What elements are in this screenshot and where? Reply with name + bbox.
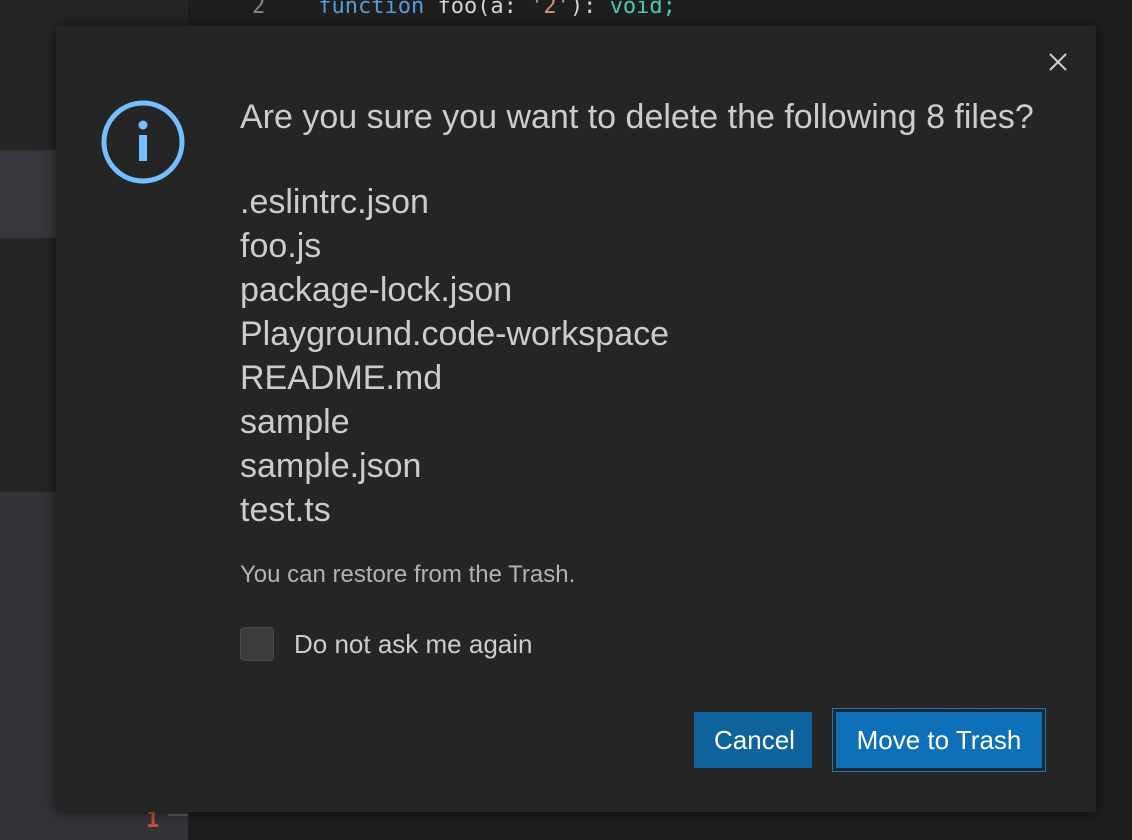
dialog-buttons: Cancel Move to Trash	[694, 708, 1046, 772]
code-type: void;	[609, 0, 676, 19]
dialog-detail: You can restore from the Trash.	[240, 561, 576, 588]
code-rest: ):	[569, 0, 597, 19]
move-to-trash-focus-ring: Move to Trash	[832, 708, 1046, 772]
close-icon	[1049, 53, 1067, 71]
do-not-ask-label[interactable]: Do not ask me again	[294, 629, 532, 660]
file-list: .eslintrc.json foo.js package-lock.json …	[240, 180, 1060, 532]
dialog-title: Are you sure you want to delete the foll…	[240, 98, 1034, 136]
code-function-name: foo(a:	[437, 0, 517, 19]
close-button[interactable]	[1046, 50, 1070, 74]
code-string: '2'	[530, 0, 570, 19]
do-not-ask-checkbox[interactable]	[240, 627, 274, 661]
file-list-item: package-lock.json	[240, 271, 513, 309]
code-line-number: 2	[252, 0, 266, 19]
file-list-item: sample	[240, 403, 350, 441]
dialog-content: Are you sure you want to delete the foll…	[240, 96, 1060, 662]
delete-confirm-dialog: Are you sure you want to delete the foll…	[56, 26, 1096, 812]
file-list-item: test.ts	[240, 491, 331, 529]
move-to-trash-button[interactable]: Move to Trash	[836, 712, 1042, 768]
file-list-item: README.md	[240, 359, 443, 397]
cancel-button[interactable]: Cancel	[694, 712, 812, 768]
code-keyword: function	[318, 0, 425, 19]
do-not-ask-row: Do not ask me again	[240, 626, 1060, 662]
info-icon	[101, 100, 185, 184]
code-line: 2 function foo(a: '2'): void;	[252, 0, 676, 19]
gutter-marker	[168, 814, 188, 816]
file-list-item: foo.js	[240, 227, 322, 265]
file-list-item: .eslintrc.json	[240, 183, 429, 221]
file-list-item: Playground.code-workspace	[240, 315, 670, 353]
file-list-item: sample.json	[240, 447, 422, 485]
